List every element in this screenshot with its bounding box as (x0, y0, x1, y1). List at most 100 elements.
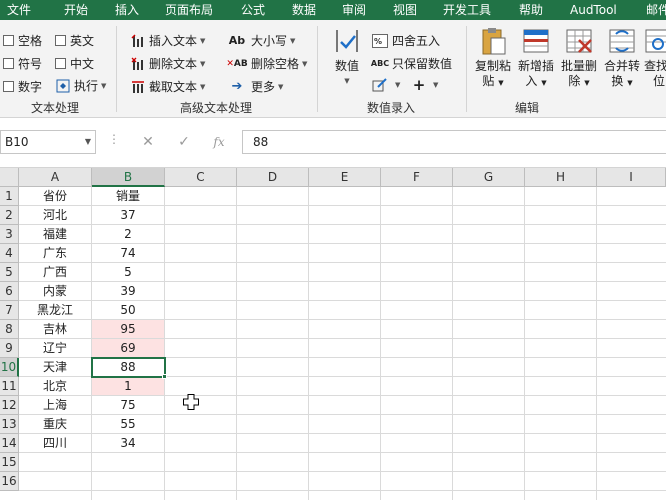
row-header-12[interactable]: 12 (0, 396, 19, 415)
cell-b11[interactable]: 1 (92, 377, 164, 396)
batch-delete-button[interactable]: 批量删 除 ▼ (558, 26, 600, 91)
round-button[interactable]: % 四舍五入 (371, 32, 440, 49)
copy-paste-button[interactable]: 复制粘 贴 ▼ (472, 26, 514, 91)
row-header-16[interactable]: 16 (0, 472, 19, 491)
cell-a3[interactable]: 福建 (19, 225, 91, 244)
column-header-c[interactable]: C (165, 168, 237, 187)
checkbox-box[interactable] (55, 35, 66, 46)
menu-help[interactable]: 帮助 (519, 0, 543, 20)
cell-a12[interactable]: 上海 (19, 396, 91, 415)
checkbox-box[interactable] (3, 58, 14, 69)
find-locate-button[interactable]: 查找定 位 (644, 26, 666, 89)
checkbox-english[interactable]: 英文 (55, 32, 94, 49)
edit-dropdown-button[interactable]: ▼ (371, 78, 400, 92)
cell-b2[interactable]: 37 (92, 206, 164, 225)
cell-a5[interactable]: 广西 (19, 263, 91, 282)
menu-review[interactable]: 审阅 (342, 0, 366, 20)
column-header-f[interactable]: F (381, 168, 453, 187)
column-header-a[interactable]: A (19, 168, 92, 187)
menu-home[interactable]: 开始 (64, 0, 88, 20)
column-header-i[interactable]: I (597, 168, 666, 187)
cell-a11[interactable]: 北京 (19, 377, 91, 396)
menu-view[interactable]: 视图 (393, 0, 417, 20)
cell-a2[interactable]: 河北 (19, 206, 91, 225)
case-button[interactable]: Ab 大小写 ▼ (226, 32, 296, 49)
menu-audtool[interactable]: AudTool (570, 0, 617, 20)
more-options-icon[interactable]: ⋮ (108, 132, 120, 146)
row-header-3[interactable]: 3 (0, 225, 19, 244)
row-header-6[interactable]: 6 (0, 282, 19, 301)
menu-formulas[interactable]: 公式 (241, 0, 265, 20)
column-header-b[interactable]: B (92, 168, 165, 187)
row-header-1[interactable]: 1 (0, 187, 19, 206)
cell-b13[interactable]: 55 (92, 415, 164, 434)
function-icon[interactable]: fx (207, 130, 231, 154)
plus-dropdown-button[interactable]: + ▼ (411, 76, 439, 94)
checkbox-box[interactable] (55, 58, 66, 69)
checkbox-chinese[interactable]: 中文 (55, 55, 94, 72)
row-header-8[interactable]: 8 (0, 320, 19, 339)
cell-b4[interactable]: 74 (92, 244, 164, 263)
cell-b14[interactable]: 34 (92, 434, 164, 453)
column-header-g[interactable]: G (453, 168, 525, 187)
cell-b5[interactable]: 5 (92, 263, 164, 282)
row-header-14[interactable]: 14 (0, 434, 19, 453)
checkbox-number[interactable]: 数字 (3, 78, 42, 95)
row-header-10[interactable]: 10 (0, 358, 19, 377)
cell-b1[interactable]: 销量 (92, 187, 164, 206)
menu-page-layout[interactable]: 页面布局 (165, 0, 213, 20)
column-header-h[interactable]: H (525, 168, 597, 187)
cell-a6[interactable]: 内蒙 (19, 282, 91, 301)
cell-a9[interactable]: 辽宁 (19, 339, 91, 358)
add-insert-button[interactable]: 新增插 入 ▼ (515, 26, 557, 91)
row-header-5[interactable]: 5 (0, 263, 19, 282)
merge-convert-button[interactable]: 合并转 换 ▼ (601, 26, 643, 91)
menu-data[interactable]: 数据 (292, 0, 316, 20)
row-header-13[interactable]: 13 (0, 415, 19, 434)
row-header-9[interactable]: 9 (0, 339, 19, 358)
column-header-e[interactable]: E (309, 168, 381, 187)
row-header-11[interactable]: 11 (0, 377, 19, 396)
delete-text-button[interactable]: 删除文本 ▼ (130, 55, 205, 72)
extract-text-button[interactable]: 截取文本 ▼ (130, 78, 205, 95)
chevron-down-icon[interactable]: ▼ (85, 131, 91, 153)
checkbox-symbol[interactable]: 符号 (3, 55, 42, 72)
delete-space-button[interactable]: ✕ AB 删除空格 ▼ (226, 55, 307, 72)
cell-b7[interactable]: 50 (92, 301, 164, 320)
confirm-icon[interactable]: ✓ (172, 130, 196, 154)
cell-a4[interactable]: 广东 (19, 244, 91, 263)
cell-a10[interactable]: 天津 (19, 358, 91, 377)
cell-b6[interactable]: 39 (92, 282, 164, 301)
cell-b9[interactable]: 69 (92, 339, 164, 358)
cell-b10[interactable]: 88 (92, 358, 164, 377)
formula-input[interactable]: 88 (242, 130, 666, 154)
insert-text-button[interactable]: 插入文本 ▼ (130, 32, 205, 49)
row-header-7[interactable]: 7 (0, 301, 19, 320)
keep-number-button[interactable]: ABC 只保留数值 (371, 55, 452, 72)
column-header-d[interactable]: D (237, 168, 309, 187)
name-box[interactable]: B10 ▼ (0, 130, 96, 154)
menu-file[interactable]: 文件 (7, 0, 31, 20)
cancel-icon[interactable]: ✕ (136, 130, 160, 154)
row-header-4[interactable]: 4 (0, 244, 19, 263)
more-button[interactable]: ➔ 更多 ▼ (226, 78, 284, 95)
menu-insert[interactable]: 插入 (115, 0, 139, 20)
cell-b12[interactable]: 75 (92, 396, 164, 415)
checkbox-box[interactable] (3, 81, 14, 92)
number-button[interactable]: 数值 ▼ (325, 26, 369, 89)
select-all-corner[interactable] (0, 168, 19, 187)
cell-a13[interactable]: 重庆 (19, 415, 91, 434)
menu-developer[interactable]: 开发工具 (443, 0, 491, 20)
cell-b8[interactable]: 95 (92, 320, 164, 339)
execute-button[interactable]: 执行 ▼ (55, 77, 106, 94)
cell-a8[interactable]: 吉林 (19, 320, 91, 339)
menu-mail[interactable]: 邮件 (646, 0, 666, 20)
cell-a1[interactable]: 省份 (19, 187, 91, 206)
cell-b3[interactable]: 2 (92, 225, 164, 244)
row-header-2[interactable]: 2 (0, 206, 19, 225)
checkbox-space[interactable]: 空格 (3, 32, 42, 49)
row-header-15[interactable]: 15 (0, 453, 19, 472)
cell-a7[interactable]: 黑龙江 (19, 301, 91, 320)
cell-a14[interactable]: 四川 (19, 434, 91, 453)
checkbox-box[interactable] (3, 35, 14, 46)
